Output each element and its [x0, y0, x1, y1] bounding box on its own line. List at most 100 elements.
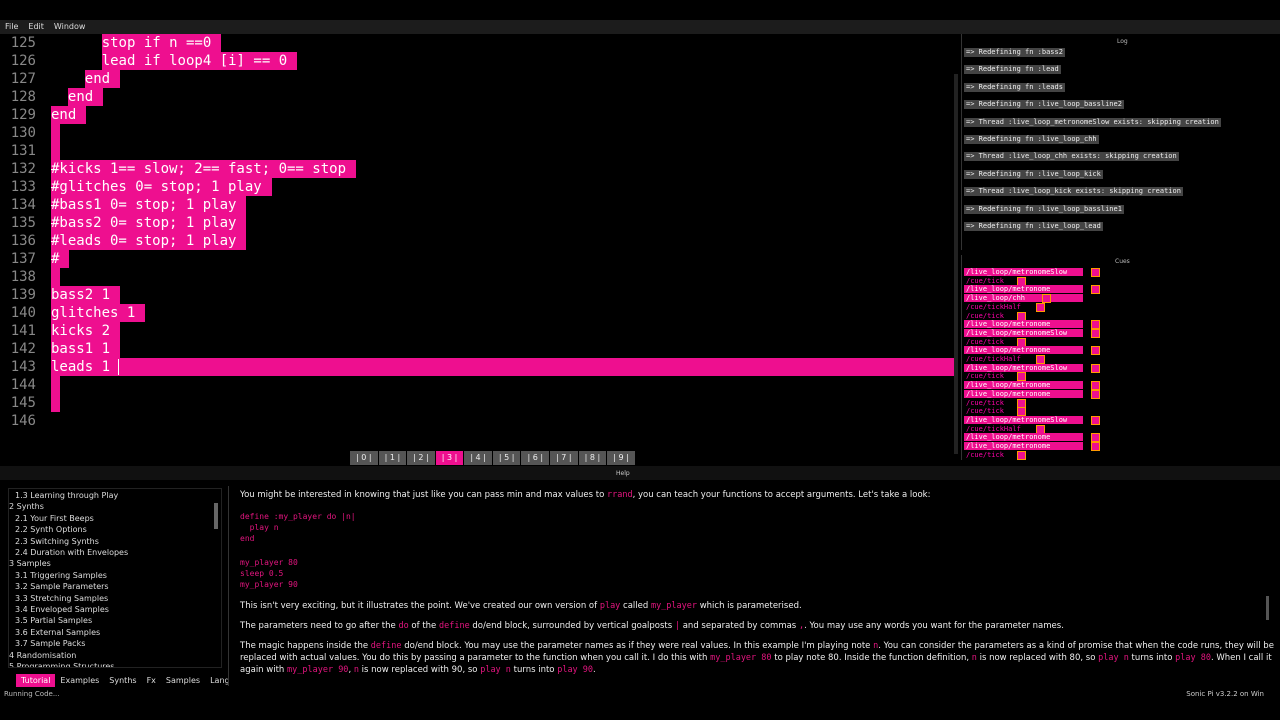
buffer-tab-9[interactable]: | 9 |	[607, 451, 636, 465]
code-line: 145	[0, 394, 958, 412]
code-text	[51, 268, 60, 286]
line-number: 125	[10, 35, 36, 51]
code-text: end	[51, 106, 87, 124]
cue-marker-icon	[1017, 407, 1026, 417]
menu-file[interactable]: File	[0, 20, 23, 34]
line-number: 137	[10, 251, 36, 267]
menu-edit[interactable]: Edit	[23, 20, 49, 34]
help-tab-tutorial[interactable]: Tutorial	[16, 674, 56, 687]
toc-item[interactable]: 3 Samples	[9, 559, 51, 568]
code-text	[51, 142, 60, 160]
cue-entry: /live_loop/metronome	[964, 320, 1083, 329]
buffer-tab-7[interactable]: | 7 |	[550, 451, 579, 465]
toc-item[interactable]: 2.2 Synth Options	[15, 525, 87, 534]
code-line: 137 #	[0, 250, 958, 268]
cue-marker-icon	[1017, 311, 1026, 321]
code-text: #leads 0= stop; 1 play	[51, 232, 247, 250]
tutorial-toc[interactable]: 1.3 Learning through Play 2 Synths 2.1 You…	[8, 488, 222, 668]
buffer-tab-6[interactable]: | 6 |	[521, 451, 551, 465]
code-editor[interactable]: 125 stop if n ==0 126 lead if loop4 [i] == …	[0, 34, 958, 446]
code-example: define :my_player do |n| play n end	[240, 512, 356, 543]
buffer-tab-3[interactable]: | 3 |	[435, 451, 465, 465]
toc-scrollbar[interactable]	[214, 503, 218, 529]
cue-marker-icon	[1091, 320, 1100, 330]
line-number: 131	[10, 143, 36, 159]
cue-marker-icon	[1091, 381, 1100, 391]
menu-window[interactable]: Window	[49, 20, 91, 34]
code-text: #kicks 1== slow; 2== fast; 0== stop	[51, 160, 357, 178]
line-number: 138	[10, 269, 36, 285]
help-tab-synths[interactable]: Synths	[104, 674, 141, 687]
code-line: 140 glitches 1	[0, 304, 958, 322]
code-text: leads 1	[51, 358, 958, 376]
buffer-tab-4[interactable]: | 4 |	[464, 451, 493, 465]
version-label: Sonic Pi v3.2.2 on Win	[1186, 690, 1264, 698]
code-line: 129 end	[0, 106, 958, 124]
toc-item[interactable]: 2.4 Duration with Envelopes	[15, 548, 128, 557]
help-tab-examples[interactable]: Examples	[55, 674, 104, 687]
toc-item[interactable]: 3.2 Sample Parameters	[15, 582, 109, 591]
code-text	[51, 376, 60, 394]
code-line: 134 #bass1 0= stop; 1 play	[0, 196, 958, 214]
editor-scrollbar[interactable]	[954, 74, 958, 454]
help-document: You might be interested in knowing that …	[240, 486, 1274, 676]
cue-entry: /live_loop/metronome	[964, 285, 1083, 294]
line-number: 135	[10, 215, 36, 231]
toc-item[interactable]: 2 Synths	[9, 502, 44, 511]
line-number: 127	[10, 71, 36, 87]
line-number: 128	[10, 89, 36, 105]
toc-item[interactable]: 3.6 External Samples	[15, 628, 100, 637]
help-scrollbar[interactable]	[1266, 596, 1269, 620]
line-number: 134	[10, 197, 36, 213]
cue-entry: /cue/tick	[964, 311, 1006, 320]
help-paragraph: This isn't very exciting, but it illustr…	[240, 601, 802, 611]
buffer-tab-0[interactable]: | 0 |	[350, 451, 379, 465]
toc-item[interactable]: 1.3 Learning through Play	[15, 491, 118, 500]
line-number: 126	[10, 53, 36, 69]
cue-entry: /live_loop/metronome	[964, 433, 1083, 442]
help-tab-fx[interactable]: Fx	[142, 674, 161, 687]
buffer-tab-2[interactable]: | 2 |	[407, 451, 436, 465]
buffer-tabs: | 0 | | 1 | | 2 | | 3 | | 4 | | 5 | | 6 | | 7 |…	[350, 451, 636, 465]
cue-entry: /live_loop/chh	[964, 294, 1083, 303]
log-entry: => Redefining fn :bass2	[964, 48, 1065, 57]
cue-entry: /cue/tick	[964, 398, 1006, 407]
cue-entry: /live_loop/metronome	[964, 389, 1083, 398]
toc-item[interactable]: 3.4 Enveloped Samples	[15, 605, 109, 614]
code-line: 136 #leads 0= stop; 1 play	[0, 232, 958, 250]
buffer-tab-5[interactable]: | 5 |	[493, 451, 522, 465]
log-entry: => Thread :live_loop_metronomeSlow exist…	[964, 117, 1221, 127]
buffer-tab-1[interactable]: | 1 |	[379, 451, 408, 465]
toc-item[interactable]: 3.1 Triggering Samples	[15, 571, 107, 580]
toc-item[interactable]: 2.3 Switching Synths	[15, 537, 99, 546]
log-panel: Log => Redefining fn :bass2 => Redefining…	[961, 34, 1274, 250]
cue-marker-icon	[1017, 398, 1026, 408]
toc-item[interactable]: 3.7 Sample Packs	[15, 639, 85, 648]
cue-entry: /live_loop/metronome	[964, 381, 1083, 390]
code-line: 144	[0, 376, 958, 394]
code-line: 127 end	[0, 70, 958, 88]
cue-marker-icon	[1036, 424, 1045, 434]
cue-marker-icon	[1091, 346, 1100, 356]
code-line: 146	[0, 412, 958, 430]
line-number: 140	[10, 305, 36, 321]
toc-item[interactable]: 3.3 Stretching Samples	[15, 594, 108, 603]
line-number: 145	[10, 395, 36, 411]
code-text	[51, 394, 60, 412]
help-tab-lang[interactable]: Lang	[205, 674, 235, 687]
line-number: 132	[10, 161, 36, 177]
window-top-bar	[0, 0, 1280, 20]
log-entry: => Redefining fn :live_loop_chh	[964, 135, 1099, 144]
line-number: 136	[10, 233, 36, 249]
cue-entry: /cue/tick	[964, 337, 1006, 346]
toc-item[interactable]: 4 Randomisation	[9, 651, 76, 660]
buffer-tab-8[interactable]: | 8 |	[579, 451, 608, 465]
toc-item[interactable]: 2.1 Your First Beeps	[15, 514, 94, 523]
line-number: 144	[10, 377, 36, 393]
help-tabs: Tutorial Examples Synths Fx Samples Lang	[16, 674, 235, 687]
toc-item[interactable]: 5 Programming Structures	[9, 662, 114, 667]
toc-item[interactable]: 3.5 Partial Samples	[15, 616, 92, 625]
help-tab-samples[interactable]: Samples	[161, 674, 205, 687]
code-line: 126 lead if loop4 [i] == 0	[0, 52, 958, 70]
cue-marker-icon	[1042, 294, 1051, 304]
